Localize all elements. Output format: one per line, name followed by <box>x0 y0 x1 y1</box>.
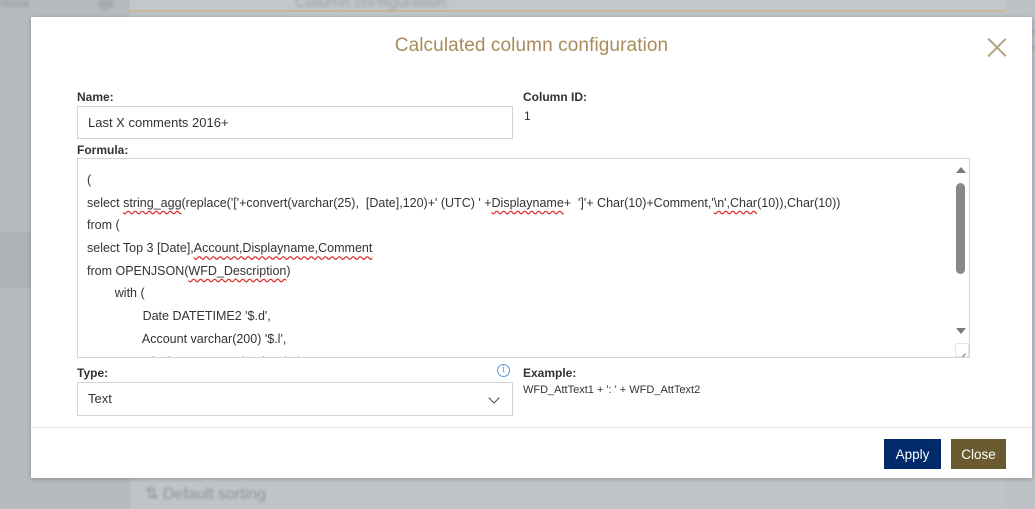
scroll-up-arrow-icon[interactable] <box>956 167 966 173</box>
type-selected-value: Text <box>88 391 112 406</box>
sort-icon: ⇅ <box>145 486 163 503</box>
misspelled-token: string_agg <box>123 195 182 210</box>
background-topbar: Column configuration <box>130 0 1035 12</box>
type-label: Type: <box>77 366 109 380</box>
footer-divider <box>31 427 1032 428</box>
formula-token: ) <box>286 263 291 278</box>
column-id-label: Column ID: <box>523 90 587 104</box>
misspelled-token: WFD_Description <box>188 263 287 278</box>
chevron-down-icon <box>488 392 500 404</box>
formula-token: Date DATETIME2 '$.d', <box>87 309 271 324</box>
formula-line: from OPENJSON(WFD_Description) <box>87 260 949 283</box>
type-select[interactable]: Text <box>77 382 513 416</box>
formula-token: + ']'+ Char(10)+Comment,' <box>563 195 714 210</box>
formula-textarea[interactable]: ( select string_agg(replace('['+convert(v… <box>77 158 970 358</box>
misspelled-token: Displayname <box>143 355 215 358</box>
formula-line: Account varchar(200) '$.l', <box>87 328 949 351</box>
apply-button[interactable]: Apply <box>884 439 941 469</box>
formula-token: select <box>87 195 124 210</box>
formula-token: ( <box>87 173 92 187</box>
formula-line: Displayname varchar(200) '$.a', <box>87 351 949 358</box>
resize-grip-icon[interactable] <box>955 343 969 357</box>
info-icon[interactable]: i <box>497 364 510 377</box>
formula-content: ( select string_agg(replace('['+convert(v… <box>87 169 949 358</box>
background-sidebar-item: Home <box>0 0 30 10</box>
background-avatar <box>98 0 114 10</box>
close-button[interactable]: Close <box>951 439 1006 469</box>
formula-label: Formula: <box>77 143 129 157</box>
formula-line: ( <box>87 169 949 192</box>
column-id-value: 1 <box>524 109 531 123</box>
name-label: Name: <box>77 90 114 104</box>
example-value: WFD_AttText1 + ': ' + WFD_AttText2 <box>523 384 701 396</box>
background-topbar-title: Column configuration <box>295 0 447 11</box>
scroll-thumb[interactable] <box>956 183 965 274</box>
calculated-column-dialog: Calculated column configuration Name: Co… <box>31 17 1032 478</box>
misspelled-token: \n',Char <box>713 195 758 210</box>
formula-token: (replace('['+convert(varchar(25), [Date]… <box>181 195 492 210</box>
scroll-down-arrow-icon[interactable] <box>956 328 966 334</box>
formula-token: varchar(200) '$.a', <box>215 355 318 358</box>
background-sort-label: Default sorting <box>162 486 267 503</box>
formula-line: select string_agg(replace('['+convert(va… <box>87 192 949 215</box>
formula-token: select Top 3 [Date], <box>87 241 194 256</box>
example-label: Example: <box>523 366 577 380</box>
misspelled-token: Displayname <box>491 195 564 210</box>
formula-token: from ( <box>87 218 120 233</box>
formula-line: with ( <box>87 282 949 305</box>
formula-scrollbar[interactable] <box>952 159 969 357</box>
misspelled-token: Account,Displayname,Comment <box>193 241 373 256</box>
name-input[interactable] <box>77 106 513 139</box>
formula-line: from ( <box>87 214 949 237</box>
formula-token <box>87 355 143 358</box>
formula-token: with ( <box>87 286 145 301</box>
formula-token: Account varchar(200) '$.l', <box>87 331 287 346</box>
formula-token: (10)),Char(10)) <box>757 195 841 210</box>
dialog-title: Calculated column configuration <box>394 35 669 56</box>
close-x-icon[interactable] <box>986 37 1008 59</box>
background-default-sorting: ⇅ Default sorting <box>145 484 266 504</box>
formula-token: from OPENJSON( <box>87 263 189 278</box>
formula-line: Date DATETIME2 '$.d', <box>87 305 949 328</box>
formula-line: select Top 3 [Date],Account,Displayname,… <box>87 237 949 260</box>
